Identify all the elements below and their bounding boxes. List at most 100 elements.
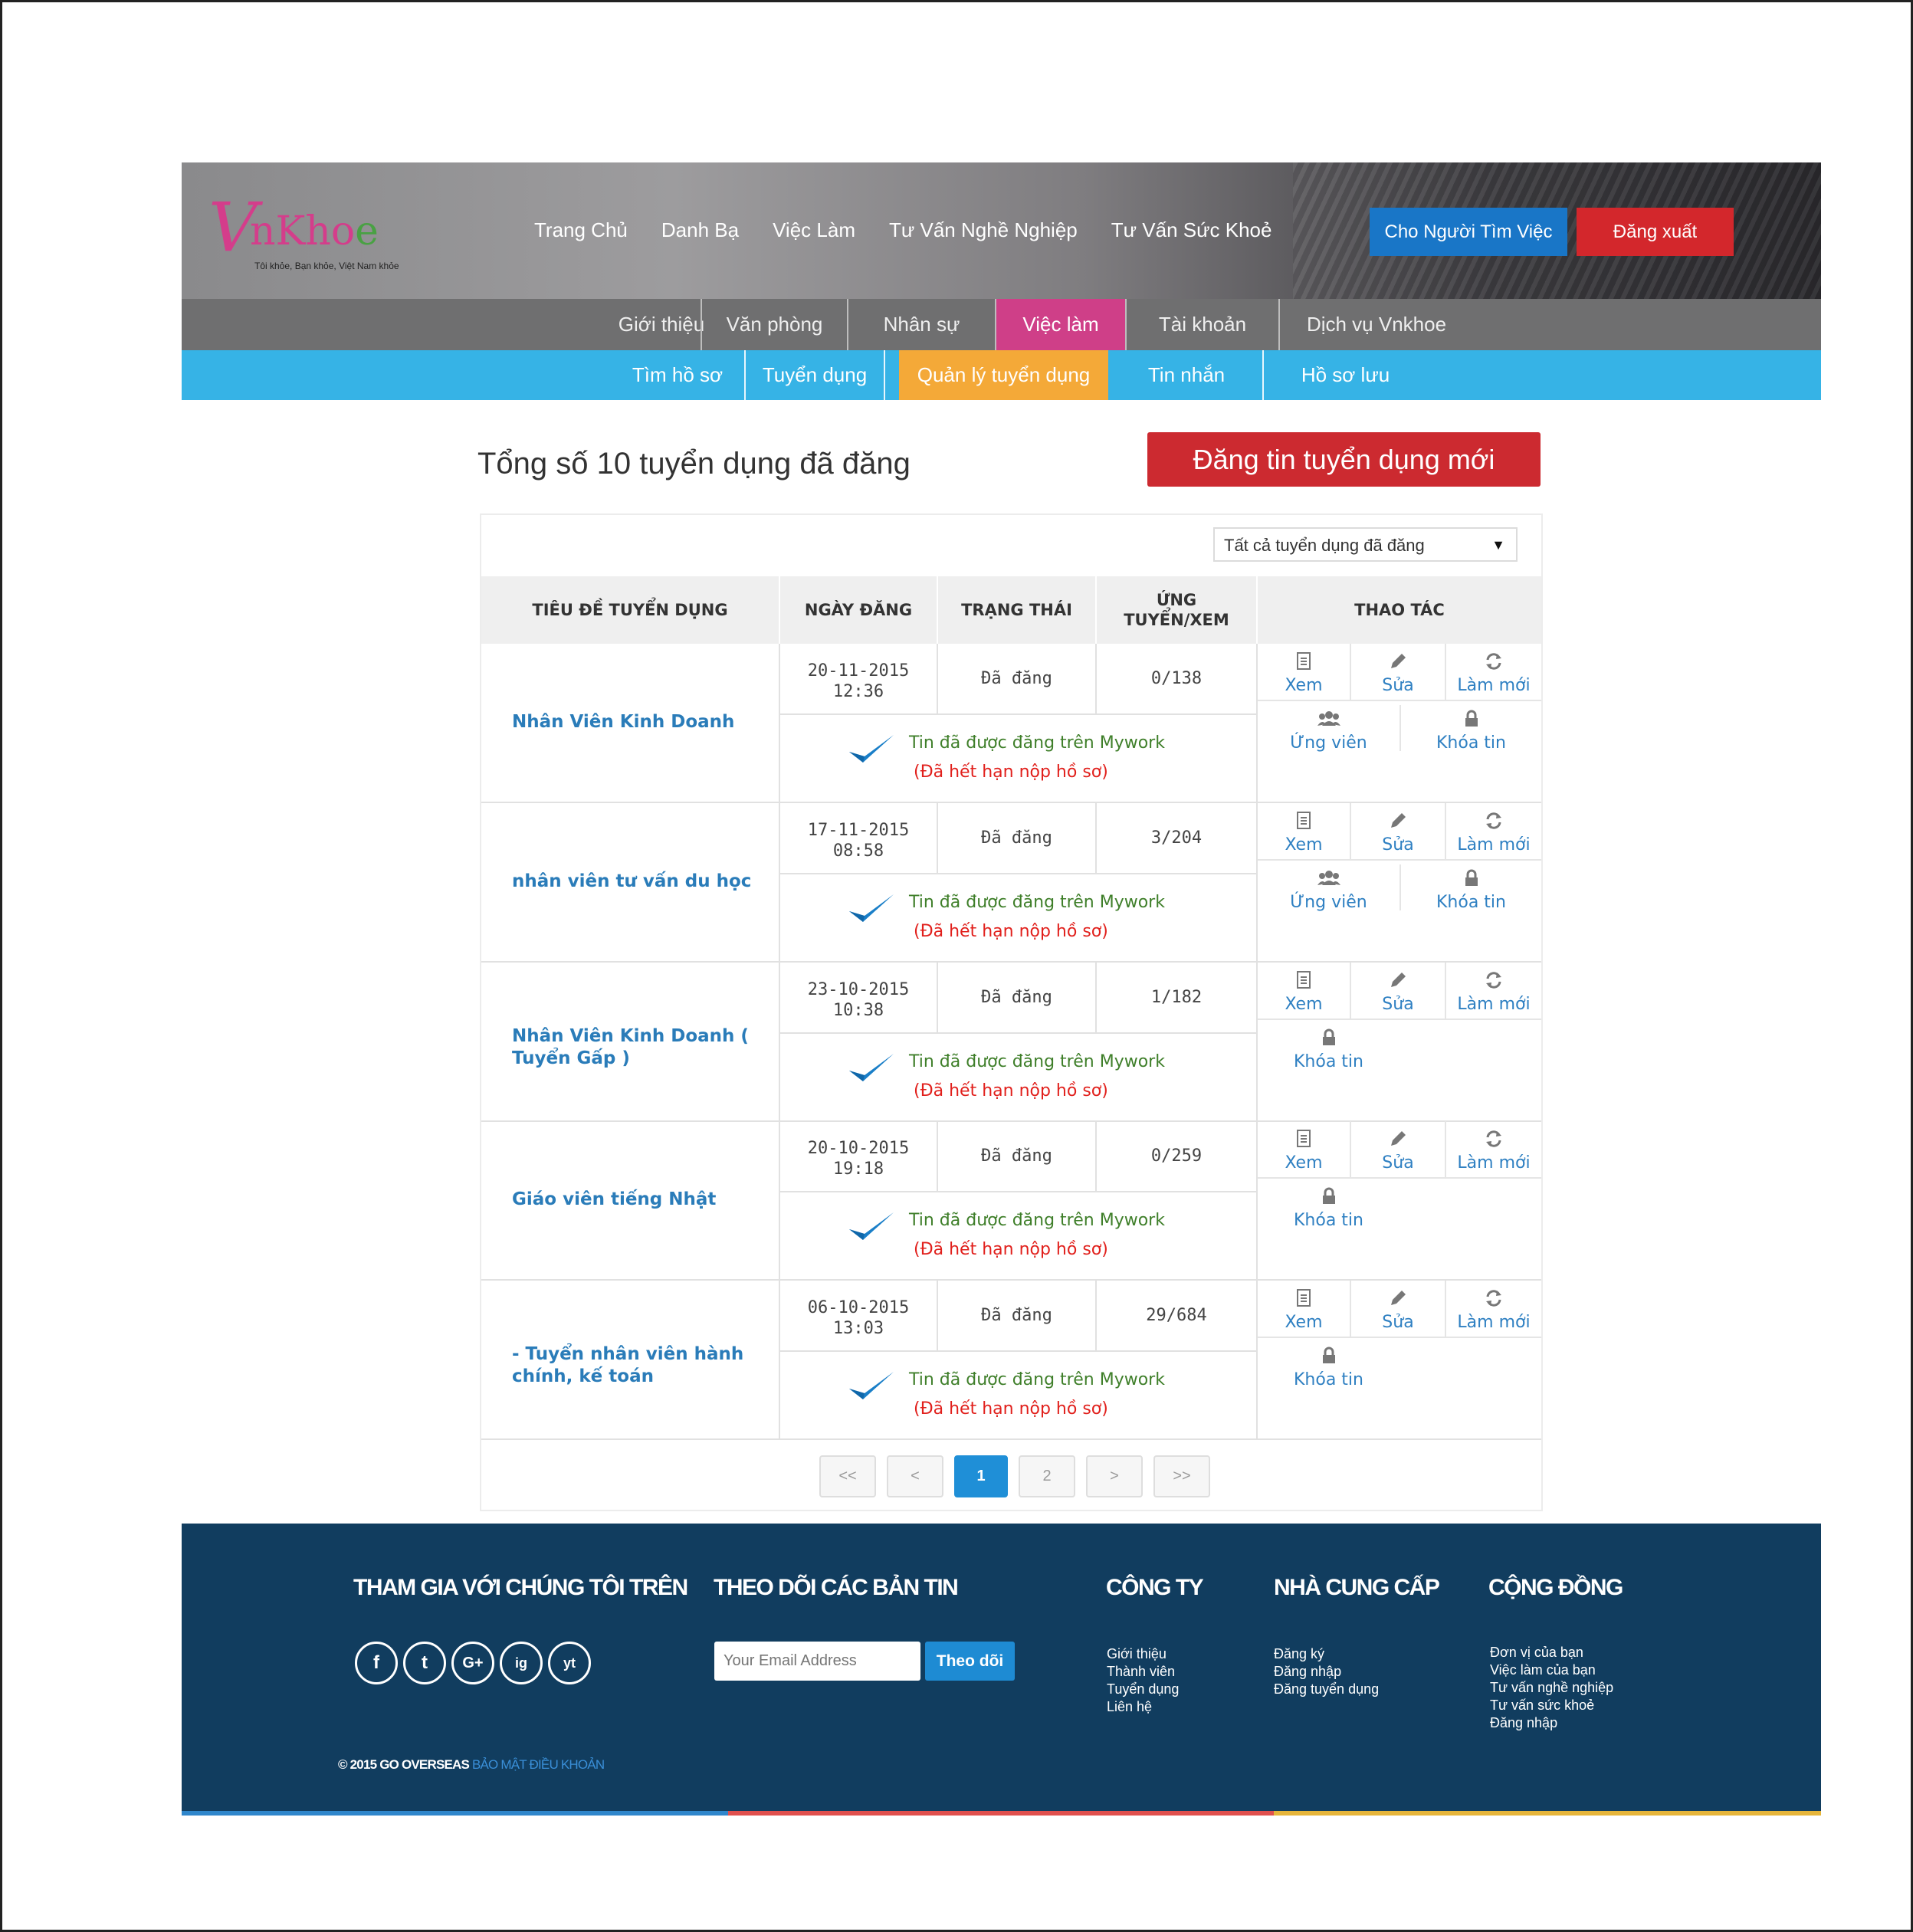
applicants-action[interactable]: Ứng viên [1258, 701, 1399, 759]
tab-services[interactable]: Dịch vụ Vnkhoe [1280, 299, 1473, 350]
page-2-button[interactable]: 2 [1019, 1455, 1075, 1497]
tab-hr[interactable]: Nhân sự [848, 299, 996, 350]
footer-link[interactable]: Tư vấn sức khoẻ [1490, 1697, 1613, 1714]
pencil-icon [1351, 1288, 1445, 1313]
edit-action[interactable]: Sửa [1351, 1281, 1446, 1338]
view-action[interactable]: Xem [1258, 803, 1351, 861]
status-cell: Đã đăng [938, 803, 1097, 874]
status-filter-select[interactable]: Tất cả tuyển dụng đã đăng ▼ [1213, 527, 1518, 562]
newsletter-follow-button[interactable]: Theo dõi [925, 1642, 1015, 1681]
job-title-link[interactable]: Giáo viên tiếng Nhật [512, 1189, 773, 1211]
youtube-icon[interactable]: yt [548, 1642, 591, 1684]
footer-link[interactable]: Thành viên [1107, 1663, 1179, 1681]
tab-saved-cv[interactable]: Hồ sơ lưu [1264, 350, 1427, 400]
nav-directory[interactable]: Danh Bạ [661, 215, 739, 245]
site-logo[interactable]: V nKhoe Tôi khỏe, Bạn khỏe, Việt Nam khỏ… [208, 185, 399, 271]
footer-company-heading: CÔNG TY [1106, 1575, 1204, 1600]
status-cell: Đã đăng [938, 644, 1097, 715]
tab-jobs[interactable]: Việc làm [996, 299, 1127, 350]
refresh-action[interactable]: Làm mới [1446, 644, 1541, 701]
expired-note: (Đã hết hạn nộp hồ sơ) [914, 763, 1108, 782]
edit-action[interactable]: Sửa [1351, 803, 1446, 861]
col-count: ỨNG TUYỂN/XEM [1097, 576, 1258, 644]
page-next-button[interactable]: > [1086, 1455, 1143, 1497]
lock-action[interactable]: Khóa tin [1401, 861, 1541, 918]
twitter-icon[interactable]: t [403, 1642, 446, 1684]
view-action[interactable]: Xem [1258, 644, 1351, 701]
job-title-link[interactable]: Nhân Viên Kinh Doanh ( Tuyển Gấp ) [512, 1025, 773, 1070]
logout-button[interactable]: Đăng xuất [1577, 208, 1734, 256]
footer-link[interactable]: Đăng nhập [1490, 1714, 1613, 1732]
edit-action[interactable]: Sửa [1351, 644, 1446, 701]
refresh-action[interactable]: Làm mới [1446, 1121, 1541, 1179]
nav-home[interactable]: Trang Chủ [534, 215, 628, 245]
facebook-icon[interactable]: f [355, 1642, 398, 1684]
pencil-icon [1351, 811, 1445, 835]
post-date: 20-11-2015 [807, 661, 910, 681]
newsletter-email-input[interactable] [714, 1642, 920, 1681]
job-title-link[interactable]: nhân viên tư vấn du học [512, 871, 773, 893]
post-note-cell: Tin đã được đăng trên Mywork (Đã hết hạn… [780, 1192, 1258, 1279]
post-time: 19:18 [832, 1160, 884, 1179]
google-plus-icon[interactable]: G+ [451, 1642, 494, 1684]
lock-action[interactable]: Khóa tin [1258, 1338, 1399, 1396]
posted-note: Tin đã được đăng trên Mywork [909, 1211, 1165, 1230]
instagram-icon[interactable]: ig [500, 1642, 543, 1684]
footer-stripe-yellow [1274, 1811, 1821, 1816]
footer-link[interactable]: Tư vấn nghề nghiệp [1490, 1679, 1613, 1697]
tab-recruit[interactable]: Tuyển dụng [746, 350, 885, 400]
page-first-button[interactable]: << [819, 1455, 876, 1497]
applied-viewed-cell: 1/182 [1097, 963, 1258, 1034]
footer-link[interactable]: Đăng nhập [1274, 1663, 1379, 1681]
refresh-action[interactable]: Làm mới [1446, 803, 1541, 861]
edit-action[interactable]: Sửa [1351, 963, 1446, 1020]
page-last-button[interactable]: >> [1153, 1455, 1210, 1497]
applicants-action[interactable]: Ứng viên [1258, 861, 1399, 918]
tab-account[interactable]: Tài khoản [1127, 299, 1280, 350]
footer-link[interactable]: Đăng tuyển dụng [1274, 1681, 1379, 1698]
post-date-cell: 20-10-2015 19:18 [780, 1121, 938, 1192]
tab-office[interactable]: Văn phòng [702, 299, 848, 350]
nav-health-advice[interactable]: Tư Vấn Sức Khoẻ [1111, 215, 1272, 245]
post-new-job-button[interactable]: Đăng tin tuyển dụng mới [1147, 432, 1541, 487]
post-time: 12:36 [832, 682, 884, 701]
users-icon [1258, 709, 1399, 733]
refresh-action[interactable]: Làm mới [1446, 1281, 1541, 1338]
job-title-link[interactable]: Nhân Viên Kinh Doanh [512, 711, 773, 733]
status-cell: Đã đăng [938, 963, 1097, 1034]
page-1-button[interactable]: 1 [954, 1455, 1008, 1497]
tab-find-cv[interactable]: Tìm hồ sơ [611, 350, 744, 400]
footer-link[interactable]: Liên hệ [1107, 1698, 1179, 1716]
tab-messages[interactable]: Tin nhắn [1111, 350, 1264, 400]
footer-link[interactable]: Việc làm của bạn [1490, 1661, 1613, 1679]
refresh-action[interactable]: Làm mới [1446, 963, 1541, 1020]
edit-action[interactable]: Sửa [1351, 1121, 1446, 1179]
view-action[interactable]: Xem [1258, 1121, 1351, 1179]
nav-jobs[interactable]: Việc Làm [773, 215, 855, 245]
document-icon [1258, 811, 1350, 835]
view-action[interactable]: Xem [1258, 963, 1351, 1020]
lock-action[interactable]: Khóa tin [1258, 1020, 1399, 1078]
tab-manage-recruit[interactable]: Quản lý tuyển dụng [899, 350, 1108, 400]
footer-link[interactable]: Đăng ký [1274, 1645, 1379, 1663]
footer-company-links: Giới thiệu Thành viên Tuyển dụng Liên hệ [1107, 1645, 1179, 1716]
post-date: 06-10-2015 [807, 1298, 910, 1317]
footer-provider-links: Đăng ký Đăng nhập Đăng tuyển dụng [1274, 1645, 1379, 1698]
footer-community-heading: CỘNG ĐỒNG [1488, 1575, 1623, 1600]
terms-link[interactable]: BẢO MẬT ĐIỀU KHOẢN [472, 1757, 605, 1772]
footer-link[interactable]: Tuyển dụng [1107, 1681, 1179, 1698]
view-action[interactable]: Xem [1258, 1281, 1351, 1338]
job-seeker-button[interactable]: Cho Người Tìm Việc [1370, 208, 1567, 256]
job-title-link[interactable]: - Tuyển nhân viên hành chính, kế toán [512, 1343, 773, 1388]
document-icon [1258, 651, 1350, 676]
lock-action[interactable]: Khóa tin [1258, 1179, 1399, 1236]
document-icon [1258, 1129, 1350, 1153]
lock-action[interactable]: Khóa tin [1401, 701, 1541, 759]
main-nav: Trang Chủ Danh Bạ Việc Làm Tư Vấn Nghề N… [534, 215, 1272, 245]
filter-value: Tất cả tuyển dụng đã đăng [1224, 536, 1425, 555]
footer-link[interactable]: Giới thiệu [1107, 1645, 1179, 1663]
nav-career-advice[interactable]: Tư Vấn Nghề Nghiệp [889, 215, 1078, 245]
page-prev-button[interactable]: < [887, 1455, 943, 1497]
footer-link[interactable]: Đơn vị của bạn [1490, 1644, 1613, 1661]
expired-note: (Đã hết hạn nộp hồ sơ) [914, 1081, 1108, 1100]
